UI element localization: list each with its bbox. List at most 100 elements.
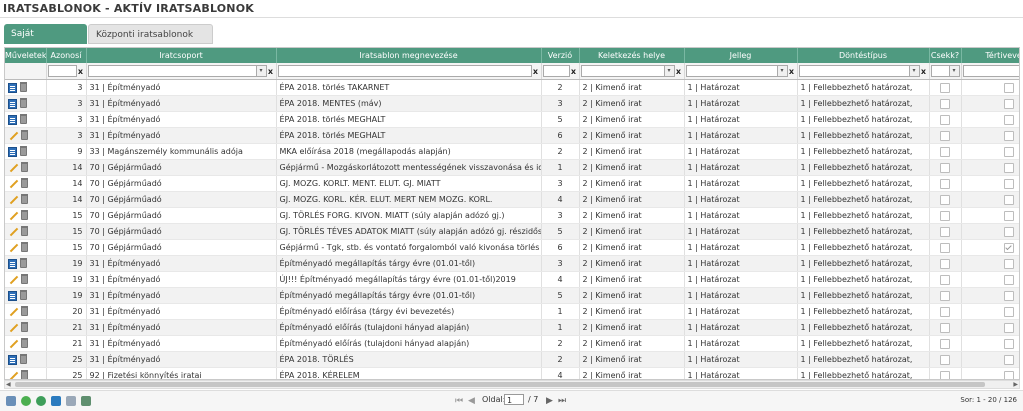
- delete-icon[interactable]: [21, 226, 28, 236]
- table-row[interactable]: 20 31 | Építményadó Építményadó előírása (…: [5, 303, 1019, 320]
- delete-icon[interactable]: [21, 130, 28, 140]
- delete-icon[interactable]: [21, 194, 28, 204]
- check-checkbox[interactable]: [940, 306, 950, 317]
- receipt-checkbox[interactable]: [1003, 290, 1014, 301]
- table-row[interactable]: 19 31 | Építményadó ÚJ!!! Építményadó megá…: [5, 271, 1019, 288]
- table-row[interactable]: 25 92 | Fizetési könnyítés iratai ÉPA 2018…: [5, 367, 1019, 380]
- receipt-checkbox[interactable]: [1003, 322, 1014, 333]
- filter-group-clear[interactable]: x: [267, 67, 275, 76]
- table-row[interactable]: 19 31 | Építményadó Építményadó megállapít…: [5, 287, 1019, 304]
- delete-icon[interactable]: [20, 82, 27, 92]
- view-icon[interactable]: [8, 354, 17, 365]
- filter-origin-clear[interactable]: x: [675, 67, 683, 76]
- col-header-receipt[interactable]: Tértivevény: [961, 48, 1019, 63]
- receipt-checkbox[interactable]: [1003, 114, 1014, 125]
- check-checkbox[interactable]: [940, 258, 950, 269]
- receipt-checkbox[interactable]: [1003, 130, 1014, 141]
- table-row[interactable]: 21 31 | Építményadó Építményadó előírás (t…: [5, 335, 1019, 352]
- scroll-left-icon[interactable]: ◀: [6, 381, 11, 388]
- delete-icon[interactable]: [21, 274, 28, 284]
- delete-icon[interactable]: [20, 114, 27, 124]
- filter-version-input[interactable]: [542, 65, 570, 77]
- filter-id-clear[interactable]: x: [77, 67, 85, 76]
- table-row[interactable]: 15 70 | Gépjárműadó GJ. TÖRLÉS TÉVES ADATO…: [5, 223, 1019, 240]
- delete-icon[interactable]: [20, 98, 27, 108]
- delete-icon[interactable]: [20, 290, 27, 300]
- table-row[interactable]: 14 70 | Gépjárműadó GJ. MOZG. KORLT. MENT.…: [5, 175, 1019, 192]
- check-checkbox[interactable]: [940, 338, 950, 349]
- check-checkbox[interactable]: [940, 290, 950, 301]
- col-header-decision[interactable]: Döntéstípus: [797, 48, 930, 63]
- col-header-name[interactable]: Iratsablon megnevezése: [276, 48, 542, 63]
- next-page-icon[interactable]: ▶: [546, 396, 553, 406]
- refresh-icon[interactable]: [21, 396, 31, 406]
- filter-group-input[interactable]: [87, 65, 257, 77]
- add-icon[interactable]: [36, 396, 46, 406]
- col-header-actions[interactable]: Műveletek: [5, 48, 47, 63]
- check-checkbox[interactable]: [940, 178, 950, 189]
- receipt-checkbox[interactable]: [1003, 194, 1014, 205]
- edit-icon[interactable]: [8, 371, 18, 380]
- filter-origin-input[interactable]: [580, 65, 665, 77]
- delete-icon[interactable]: [20, 146, 27, 156]
- receipt-checkbox[interactable]: [1003, 162, 1014, 173]
- filter-type-input[interactable]: [685, 65, 778, 77]
- col-header-type[interactable]: Jelleg: [684, 48, 798, 63]
- prev-page-icon[interactable]: ◀: [468, 396, 475, 406]
- view-icon[interactable]: [8, 98, 17, 109]
- check-checkbox[interactable]: [940, 162, 950, 173]
- table-row[interactable]: 9 33 | Magánszemély kommunális adója MKA e…: [5, 143, 1019, 160]
- delete-icon[interactable]: [21, 322, 28, 332]
- col-header-version[interactable]: Verzió: [541, 48, 580, 63]
- receipt-checkbox[interactable]: [1003, 354, 1014, 365]
- filter-decision-clear[interactable]: x: [920, 67, 928, 76]
- col-header-origin[interactable]: Keletkezés helye: [579, 48, 685, 63]
- check-checkbox[interactable]: [940, 274, 950, 285]
- table-row[interactable]: 3 31 | Építményadó ÉPA 2018. törlés MEGHAL…: [5, 111, 1019, 128]
- tab-own-templates[interactable]: Saját iratsablonok: [4, 24, 87, 59]
- check-checkbox[interactable]: [940, 354, 950, 365]
- receipt-checkbox[interactable]: [1003, 306, 1014, 317]
- check-checkbox[interactable]: [940, 370, 950, 379]
- table-row[interactable]: 19 31 | Építményadó Építményadó megállapít…: [5, 255, 1019, 272]
- view-icon[interactable]: [8, 146, 17, 157]
- check-checkbox[interactable]: [940, 146, 950, 157]
- scroll-right-icon[interactable]: ▶: [1013, 381, 1018, 388]
- receipt-checkbox[interactable]: [1003, 210, 1014, 221]
- edit-icon[interactable]: [8, 307, 18, 317]
- receipt-checkbox[interactable]: [1003, 370, 1014, 379]
- delete-icon[interactable]: [21, 210, 28, 220]
- edit-icon[interactable]: [8, 211, 18, 221]
- table-row[interactable]: 3 31 | Építményadó ÉPA 2018. MENTES (máv) 3…: [5, 95, 1019, 112]
- page-number-input[interactable]: 1: [504, 394, 524, 405]
- filter-name-clear[interactable]: x: [532, 67, 540, 76]
- filter-id-input[interactable]: [47, 65, 77, 77]
- receipt-checkbox[interactable]: [1003, 146, 1014, 157]
- table-row[interactable]: 14 70 | Gépjárműadó GJ. MOZG. KORL. KÉR. E…: [5, 191, 1019, 208]
- receipt-checkbox[interactable]: [1003, 338, 1014, 349]
- check-checkbox[interactable]: [940, 82, 950, 93]
- chevron-down-icon[interactable]: ▾: [777, 65, 788, 77]
- export-icon[interactable]: [51, 396, 61, 406]
- check-checkbox[interactable]: [940, 194, 950, 205]
- table-row[interactable]: 15 70 | Gépjárműadó GJ. TÖRLÉS FORG. KIVON…: [5, 207, 1019, 224]
- delete-icon[interactable]: [21, 162, 28, 172]
- edit-icon[interactable]: [8, 195, 18, 205]
- edit-icon[interactable]: [8, 131, 18, 141]
- receipt-checkbox[interactable]: [1003, 98, 1014, 109]
- table-row[interactable]: 15 70 | Gépjárműadó Gépjármű - Tgk, stb. é…: [5, 239, 1019, 256]
- view-icon[interactable]: [8, 258, 17, 269]
- filter-receipt-input[interactable]: [962, 65, 1019, 77]
- delete-icon[interactable]: [21, 370, 28, 379]
- check-checkbox[interactable]: [940, 210, 950, 221]
- view-icon[interactable]: [8, 82, 17, 93]
- receipt-checkbox[interactable]: [1003, 226, 1014, 237]
- filter-check-input[interactable]: [930, 65, 950, 77]
- receipt-checkbox[interactable]: [1003, 258, 1014, 269]
- receipt-checkbox[interactable]: [1003, 274, 1014, 285]
- search-icon[interactable]: [6, 396, 16, 406]
- table-row[interactable]: 3 31 | Építményadó ÉPA 2018. törlés TAKARN…: [5, 79, 1019, 96]
- edit-icon[interactable]: [8, 243, 18, 253]
- tab-central-templates[interactable]: Központi iratsablonok: [88, 24, 213, 44]
- view-icon[interactable]: [8, 114, 17, 125]
